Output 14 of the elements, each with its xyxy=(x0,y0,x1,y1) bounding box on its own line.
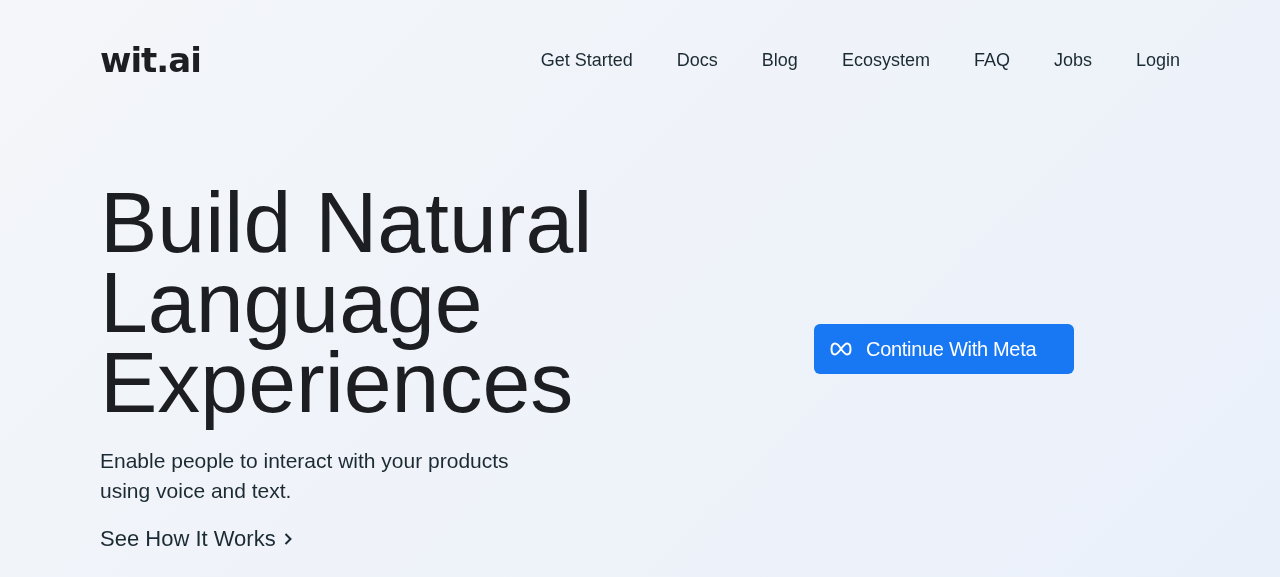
hero-subtitle: Enable people to interact with your products using voice and text. xyxy=(100,448,510,504)
nav-link[interactable]: Docs xyxy=(676,46,718,74)
nav-link[interactable]: Jobs xyxy=(1053,46,1092,74)
hero-heading: Build Natural xyxy=(100,182,594,272)
nav-link[interactable]: Login xyxy=(1135,46,1180,74)
chevron-right-icon xyxy=(283,531,292,546)
infinity-icon xyxy=(830,342,852,356)
nav-link[interactable]: Get Started xyxy=(540,46,633,74)
nav-link[interactable]: Blog xyxy=(761,46,798,74)
see-how-it-works-link[interactable]: See How It Works xyxy=(100,522,292,555)
continue-with-meta-button[interactable]: Continue With Meta xyxy=(814,324,1074,374)
nav-link[interactable]: FAQ xyxy=(973,46,1010,74)
nav-link[interactable]: Ecosystem xyxy=(841,46,930,74)
logo[interactable]: wit.ai xyxy=(100,34,201,86)
